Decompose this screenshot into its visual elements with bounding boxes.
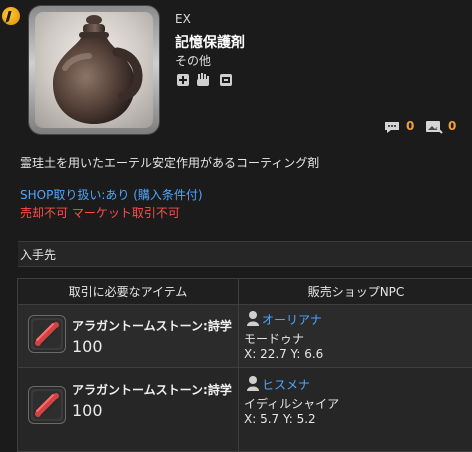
column-divider (238, 279, 239, 451)
gallery-count: 0 (448, 119, 457, 133)
restrictions: 売却不可 マーケット取引不可 (20, 206, 180, 220)
item-attributes (176, 72, 236, 88)
table-header-items: 取引に必要なアイテム (18, 279, 238, 305)
person-icon (246, 375, 260, 391)
hand-icon (197, 73, 209, 86)
comment-bubble-icon[interactable] (383, 119, 401, 133)
acquire-table: 取引に必要なアイテム 販売ショップNPC アラガントームストーン:詩学 100 … (17, 278, 472, 452)
comments-count: 0 (406, 119, 415, 133)
tomestone-icon[interactable] (28, 386, 66, 424)
npc-location: モードゥナ (244, 332, 305, 346)
gallery-icon[interactable] (425, 119, 443, 134)
jug-icon (53, 15, 143, 124)
npc-location: イディルシャイア (244, 397, 340, 411)
shop-info: SHOP取り扱い:あり (購入条件付) (20, 186, 203, 203)
cross-icon (177, 74, 189, 86)
shop-label: SHOP取り扱い: (20, 188, 106, 202)
npc-name-link[interactable]: オーリアナ (262, 311, 322, 328)
acquire-section-title: 入手先 (20, 248, 57, 262)
table-header-npc: 販売ショップNPC (239, 279, 472, 305)
tomestone-icon[interactable] (28, 315, 66, 353)
shop-value[interactable]: あり (105, 188, 129, 202)
item-title: 記憶保護剤 (175, 35, 245, 51)
item-description: 霊珪土を用いたエーテル安定作用があるコーティング剤 (20, 156, 320, 170)
acquire-section-header (18, 241, 472, 267)
currency-name[interactable]: アラガントームストーン:詩学 (72, 381, 232, 398)
currency-qty: 100 (72, 401, 103, 420)
currency-name[interactable]: アラガントームストーン:詩学 (72, 317, 232, 334)
npc-coordinates: X: 22.7 Y: 6.6 (244, 347, 324, 361)
item-type: その他 (175, 54, 212, 68)
box-icon (220, 74, 232, 86)
category-tag: EX (175, 12, 191, 26)
item-image (35, 12, 153, 128)
shop-extra[interactable]: (購入条件付) (133, 188, 202, 202)
site-logo-icon[interactable] (2, 7, 20, 25)
row-divider (18, 367, 472, 368)
currency-qty: 100 (72, 337, 103, 356)
npc-name-link[interactable]: ヒスメナ (262, 376, 310, 393)
person-icon (246, 310, 260, 326)
npc-coordinates: X: 5.7 Y: 5.2 (244, 412, 316, 426)
